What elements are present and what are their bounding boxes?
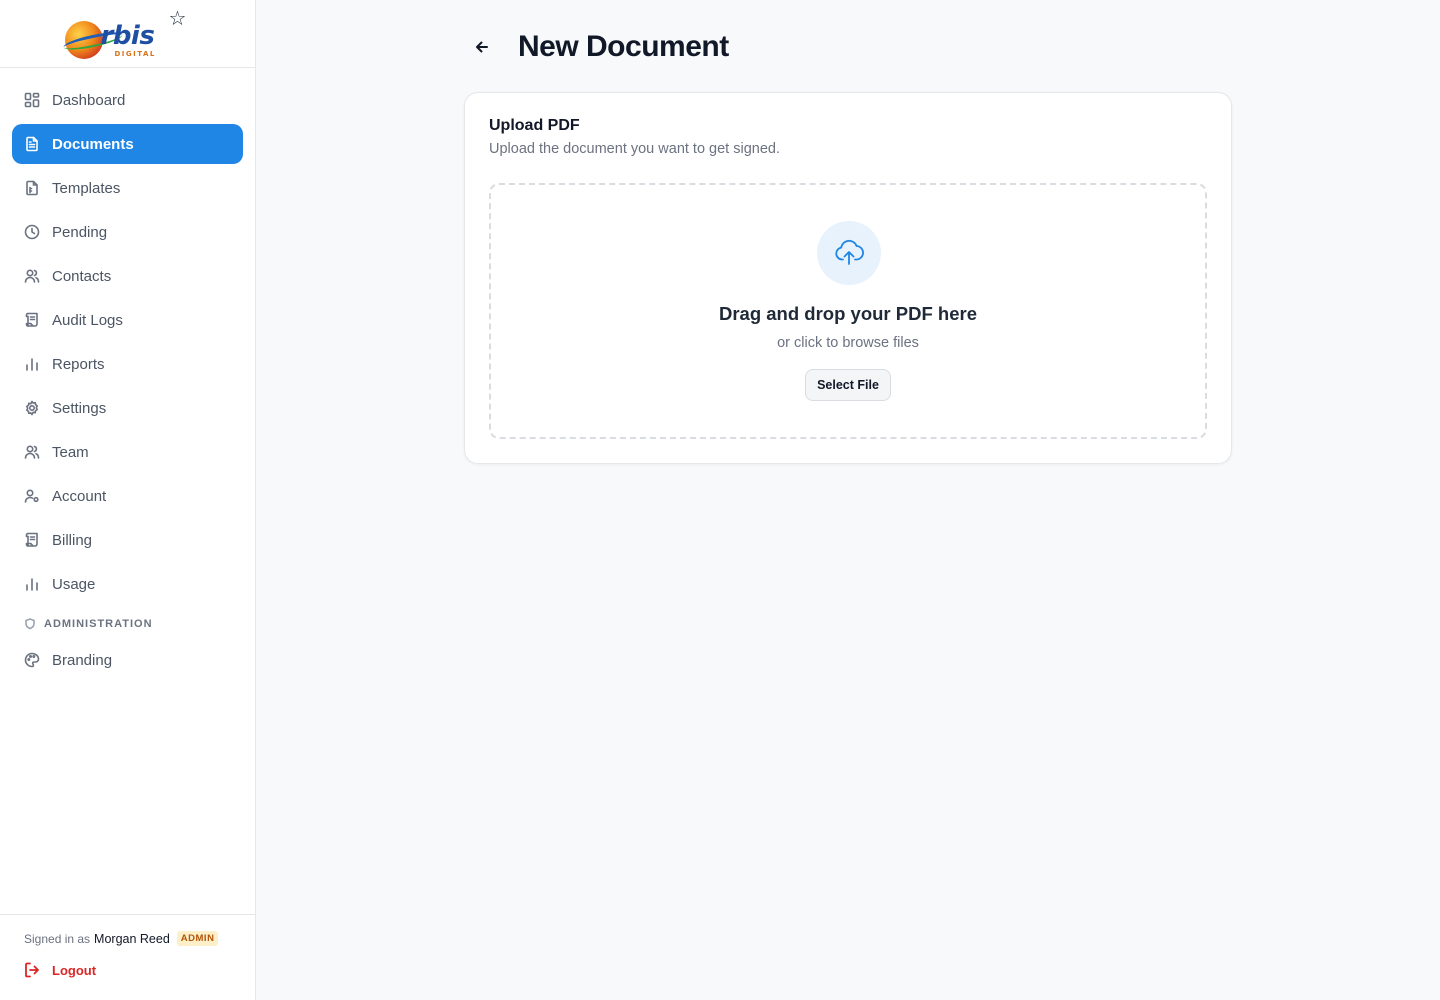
- back-button[interactable]: [466, 31, 498, 63]
- sidebar-item-label: Templates: [52, 179, 121, 197]
- sidebar-item-label: Account: [52, 487, 107, 505]
- user-name: Morgan Reed: [94, 931, 170, 946]
- sidebar-item-label: Settings: [52, 399, 107, 417]
- sidebar-item-audit-logs[interactable]: Audit Logs: [12, 300, 243, 340]
- star-icon: ☆: [168, 7, 187, 30]
- dropzone-subtitle: or click to browse files: [777, 335, 919, 351]
- sidebar-item-pending[interactable]: Pending: [12, 212, 243, 252]
- brand-sub: DIGITAL: [114, 49, 156, 58]
- sidebar-item-documents[interactable]: Documents: [12, 124, 243, 164]
- sidebar-item-label: Team: [52, 443, 89, 461]
- pdf-dropzone[interactable]: Drag and drop your PDF here or click to …: [489, 183, 1207, 439]
- sidebar-item-label: Contacts: [52, 267, 112, 285]
- main-content: New Document Upload PDF Upload the docum…: [256, 0, 1440, 1000]
- brand-logo[interactable]: rbis DIGITAL ☆: [61, 7, 193, 59]
- dashboard-icon: [24, 92, 40, 108]
- sidebar-item-dashboard[interactable]: Dashboard: [12, 80, 243, 120]
- logout-label: Logout: [52, 962, 97, 978]
- users-icon: [24, 444, 40, 460]
- sidebar-item-templates[interactable]: Templates: [12, 168, 243, 208]
- signed-in-info: Signed in as Morgan Reed ADMIN: [24, 931, 231, 946]
- sidebar: rbis DIGITAL ☆ Dashboard Documents Templ…: [0, 0, 256, 1000]
- sidebar-item-contacts[interactable]: Contacts: [12, 256, 243, 296]
- sidebar-nav: Dashboard Documents Templates Pending Co…: [0, 68, 255, 680]
- cloud-upload-icon: [835, 239, 864, 265]
- sidebar-item-label: Audit Logs: [52, 311, 123, 329]
- bar-chart-icon: [24, 356, 40, 372]
- logout-button[interactable]: Logout: [24, 962, 231, 978]
- sidebar-item-label: Reports: [52, 355, 105, 373]
- sidebar-item-team[interactable]: Team: [12, 432, 243, 472]
- logout-icon: [25, 962, 39, 978]
- sidebar-item-usage[interactable]: Usage: [12, 564, 243, 604]
- palette-icon: [24, 652, 40, 668]
- users-icon: [24, 268, 40, 284]
- sidebar-item-reports[interactable]: Reports: [12, 344, 243, 384]
- arrow-left-icon: [476, 41, 488, 53]
- sidebar-item-billing[interactable]: Billing: [12, 520, 243, 560]
- sidebar-item-label: Branding: [52, 651, 113, 669]
- sidebar-item-branding[interactable]: Branding: [12, 640, 243, 680]
- page-header: New Document: [464, 30, 729, 64]
- upload-card-description: Upload the document you want to get sign…: [489, 141, 780, 157]
- sidebar-item-settings[interactable]: Settings: [12, 388, 243, 428]
- page-title: New Document: [518, 30, 729, 63]
- admin-section-label: ADMINISTRATION: [12, 618, 243, 630]
- sidebar-item-label: Documents: [52, 135, 134, 153]
- clock-icon: [24, 224, 40, 240]
- signed-in-prefix: Signed in as: [24, 931, 91, 946]
- sidebar-item-account[interactable]: Account: [12, 476, 243, 516]
- bar-chart-icon: [24, 576, 40, 592]
- sidebar-item-label: Pending: [52, 223, 108, 241]
- role-badge: ADMIN: [176, 931, 219, 946]
- document-icon: [24, 136, 40, 152]
- sidebar-item-label: Dashboard: [52, 91, 126, 109]
- logo-area: rbis DIGITAL ☆: [0, 0, 255, 68]
- shield-icon: [25, 618, 35, 630]
- upload-card: Upload PDF Upload the document you want …: [464, 92, 1232, 464]
- sidebar-item-label: Billing: [52, 531, 93, 549]
- upload-card-title: Upload PDF: [489, 117, 580, 134]
- upload-icon-circle: [817, 221, 881, 285]
- sidebar-item-label: Usage: [52, 575, 96, 593]
- user-cog-icon: [24, 488, 40, 504]
- select-file-button[interactable]: Select File: [805, 369, 891, 401]
- dropzone-title: Drag and drop your PDF here: [718, 303, 977, 324]
- sidebar-footer: Signed in as Morgan Reed ADMIN Logout: [0, 914, 255, 1000]
- brand-name: rbis: [100, 20, 155, 51]
- gear-icon: [24, 400, 40, 416]
- scroll-icon: [24, 312, 40, 328]
- scroll-icon: [24, 532, 40, 548]
- template-icon: [24, 180, 40, 196]
